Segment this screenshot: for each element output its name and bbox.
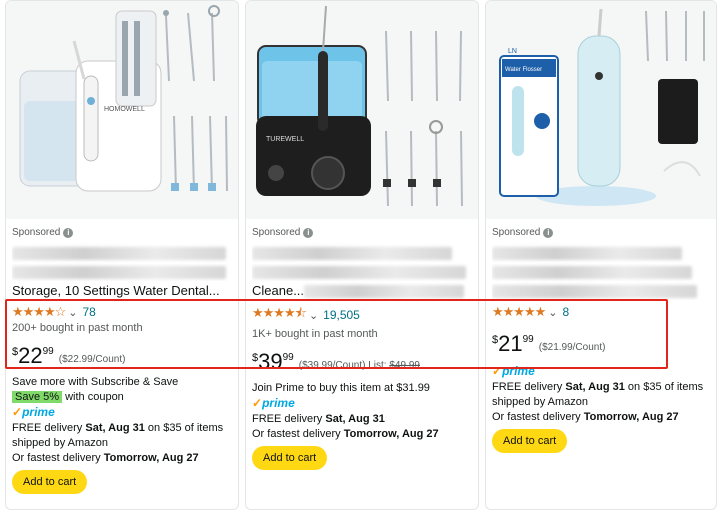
product-image-3[interactable]: LN Water Flosser [486,1,716,219]
sponsored-label-3: Sponsored i [492,227,710,238]
subscribe-save-text: Save more with Subscribe & Save [12,376,179,388]
product-card-3[interactable]: LN Water Flosser Sponsored i ★★★★★ ⌄ 8 $… [485,0,717,510]
check-icon: ✓ [12,405,23,419]
fastest-delivery-1: Or fastest delivery Tomorrow, Aug 27 [12,452,199,464]
sponsored-label-1: Sponsored i [12,227,232,238]
save-badge: Save 5% [12,391,63,403]
delivery-text-2: FREE delivery Sat, Aug 31 [252,413,385,425]
prime-logo: ✓prime [252,396,295,410]
product-image-2[interactable]: TUREWELL [246,1,478,219]
sponsored-label-2: Sponsored i [252,227,472,238]
info-icon[interactable]: i [543,227,554,238]
highlight-box [5,299,668,369]
product-card-1[interactable]: HOMOWELL Sponsored i Storage, 10 Settings… [5,0,239,510]
delivery-text-1: FREE delivery Sat, Aug 31 on $35 of item… [12,422,224,434]
info-icon[interactable]: i [63,227,74,238]
prime-logo: ✓prime [12,405,55,419]
product-card-2[interactable]: TUREWELL Sponsored i Cleane... ★★★★⯪ ⌄ 19… [245,0,479,510]
check-icon: ✓ [252,396,263,410]
box-title: Water Flosser [505,67,542,73]
add-to-cart-button-2[interactable]: Add to cart [252,446,328,470]
product-title-2[interactable]: Cleane... [252,243,472,300]
coupon-row: Save 5% with coupon [12,391,232,403]
add-to-cart-button-1[interactable]: Add to cart [12,470,88,494]
water-flosser-image: LN Water Flosser [486,1,716,219]
fastest-delivery-3: Or fastest delivery Tomorrow, Aug 27 [492,411,679,423]
water-flosser-image: HOMOWELL [6,1,238,219]
prime-offer-text[interactable]: Join Prime to buy this item at $31.99 [252,382,472,394]
product-image-1[interactable]: HOMOWELL [6,1,238,219]
product-title-1[interactable]: Storage, 10 Settings Water Dental... [12,243,232,300]
water-flosser-image: TUREWELL [246,1,478,219]
brand-text-1: HOMOWELL [104,106,145,113]
fastest-delivery-2: Or fastest delivery Tomorrow, Aug 27 [252,428,439,440]
delivery-text-3: FREE delivery Sat, Aug 31 on $35 of item… [492,381,704,393]
shipped-by-3: shipped by Amazon [492,396,589,408]
brand-text-2: TUREWELL [266,136,304,143]
product-title-3[interactable] [492,243,710,300]
info-icon[interactable]: i [303,227,314,238]
shipped-by-1: shipped by Amazon [12,437,109,449]
add-to-cart-button-3[interactable]: Add to cart [492,429,568,453]
box-logo: LN [508,48,517,55]
